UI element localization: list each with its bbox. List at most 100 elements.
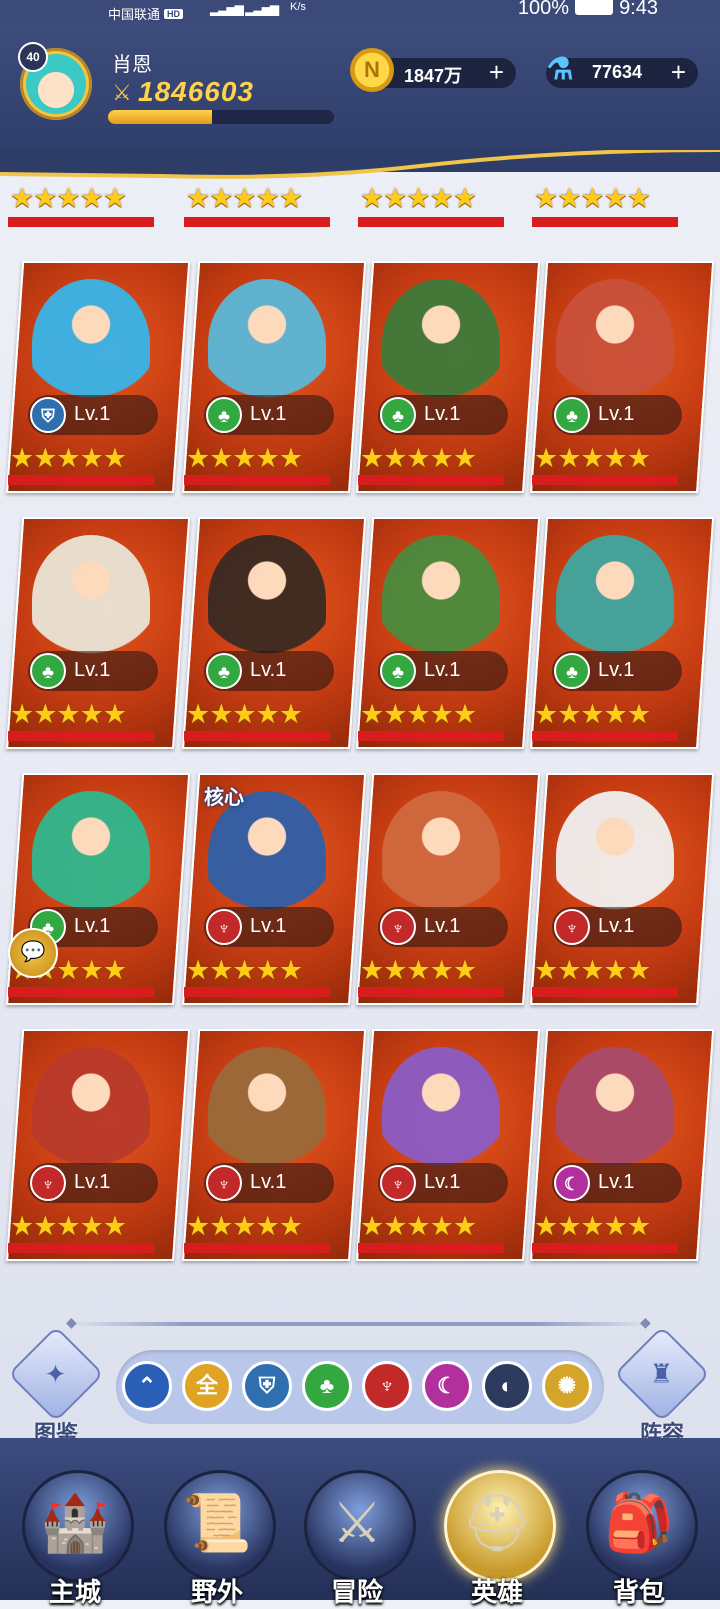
gold-resource: N 1847万 + xyxy=(350,48,516,92)
filter-light-button[interactable]: ✺ xyxy=(542,1361,592,1411)
backpack-icon: 🎒 xyxy=(604,1491,674,1554)
demon-icon: ♆ xyxy=(554,909,590,945)
hero-card[interactable]: ♣ Lv.1 ★★★★★ xyxy=(6,517,191,749)
nav-label: 英雄 xyxy=(470,1577,523,1607)
hero-portrait xyxy=(382,791,500,921)
hero-level: Lv.1 xyxy=(598,915,635,937)
hero-portrait xyxy=(382,279,500,409)
card-bottom-strip xyxy=(532,217,678,227)
faction-filter-bar: ⌃ 全 ⛨ ♣ ♆ ☾ ◐ ✺ xyxy=(116,1350,604,1424)
chat-bubble-icon[interactable]: 💬 xyxy=(8,928,58,978)
formation-icon: ♜ xyxy=(613,1325,711,1423)
gold-coin-icon: N xyxy=(350,48,394,92)
hero-card[interactable]: ♣ Lv.1 ★★★★★ xyxy=(182,517,367,749)
hero-card[interactable]: ♆ Lv.1 ★★★★★ xyxy=(356,1029,541,1261)
formation-button[interactable]: ♜ 阵容 xyxy=(613,1325,711,1446)
filter-dark-button[interactable]: ◐ xyxy=(482,1361,532,1411)
hero-card[interactable]: ♆ Lv.1 ★★★★★ xyxy=(530,773,715,1005)
card-bottom-strip xyxy=(532,475,678,485)
moon-horns-icon: ☾ xyxy=(554,1165,590,1201)
hero-card[interactable]: ♣ Lv.1 ★★★★★ xyxy=(356,517,541,749)
star-rating: ★★★★★ xyxy=(534,185,651,213)
combat-power: 1846603 xyxy=(138,76,255,107)
hero-level-row: ♆ Lv.1 xyxy=(552,907,682,947)
hero-card[interactable]: ♆ Lv.1 ★★★★★ xyxy=(356,773,541,1005)
hero-portrait xyxy=(556,535,674,665)
hero-portrait xyxy=(208,1047,326,1177)
hero-portrait xyxy=(208,279,326,409)
filter-collapse-button[interactable]: ⌃ xyxy=(122,1361,172,1411)
star-rating: ★★★★★ xyxy=(10,443,127,473)
add-gold-button[interactable]: + xyxy=(489,57,504,88)
hero-card[interactable]: ⛨ Lv.1 ★★★★★ xyxy=(6,261,191,493)
nav-label: 冒险 xyxy=(330,1577,383,1607)
hero-level: Lv.1 xyxy=(424,1171,461,1193)
filter-forest-button[interactable]: ♣ xyxy=(302,1361,352,1411)
card-bottom-strip xyxy=(532,1243,678,1253)
player-name: 肖恩 xyxy=(112,54,152,76)
header-curve xyxy=(0,150,720,179)
nav-backpack-tab[interactable]: 🎒 背包 xyxy=(580,1462,698,1607)
hero-card[interactable]: ☾ Lv.1 ★★★★★ xyxy=(530,1029,715,1261)
battery-icon xyxy=(575,0,614,15)
star-rating: ★★★★★ xyxy=(534,1211,651,1241)
card-bottom-strip xyxy=(184,987,330,997)
demon-icon: ♆ xyxy=(380,909,416,945)
star-rating: ★★★★★ xyxy=(186,443,303,473)
card-bottom-strip xyxy=(358,217,504,227)
nav-map-scroll-tab[interactable]: 📜 野外 xyxy=(158,1462,276,1607)
hero-level: Lv.1 xyxy=(424,915,461,937)
nav-castle-tab[interactable]: 🏰 主城 xyxy=(16,1462,134,1607)
hero-card[interactable]: ♆ Lv.1 ★★★★★ xyxy=(182,1029,367,1261)
hd-badge: HD xyxy=(164,9,184,19)
hero-card[interactable]: ♣ Lv.1 ★★★★★ xyxy=(182,261,367,493)
card-bottom-strip xyxy=(8,987,154,997)
exp-bar xyxy=(108,110,334,124)
tree-icon: ♣ xyxy=(380,653,416,689)
hero-card[interactable]: ♣ Lv.1 ★★★★★ xyxy=(530,517,715,749)
star-rating: ★★★★★ xyxy=(360,699,477,729)
section-divider xyxy=(70,1322,650,1326)
exp-bar-fill xyxy=(108,110,212,124)
sun-icon: ✺ xyxy=(557,1373,577,1398)
tree-icon: ♣ xyxy=(206,653,242,689)
star-rating: ★★★★★ xyxy=(534,699,651,729)
hero-card-partial[interactable]: ★★★★★ xyxy=(6,185,156,227)
hero-level: Lv.1 xyxy=(250,403,287,425)
hero-card-partial[interactable]: ★★★★★ xyxy=(530,185,680,227)
hero-portrait xyxy=(382,1047,500,1177)
tree-icon: ♣ xyxy=(380,397,416,433)
card-bottom-strip xyxy=(358,731,504,741)
hero-card[interactable]: ♣ Lv.1 ★★★★★ xyxy=(530,261,715,493)
hero-level: Lv.1 xyxy=(74,915,111,937)
tree-icon: ♣ xyxy=(206,397,242,433)
hero-card[interactable]: ♆ Lv.1 ★★★★★ xyxy=(6,1029,191,1261)
castle-icon: 🏰 xyxy=(40,1491,110,1554)
star-rating: ★★★★★ xyxy=(534,443,651,473)
add-potion-button[interactable]: + xyxy=(671,57,686,88)
hero-card[interactable]: ♆ Lv.1 ★★★★★ 核心 xyxy=(182,773,367,1005)
hero-level-row: ♣ Lv.1 xyxy=(552,395,682,435)
filter-abyss-button[interactable]: ♆ xyxy=(362,1361,412,1411)
hero-portrait xyxy=(208,791,326,921)
hero-grid: ★★★★★ ★★★★★ ★★★★★ ★★★★★ ⛨ Lv.1 ★★★★★ ♣ Lv.1 ★… xyxy=(0,185,720,1275)
hero-card[interactable]: ♣ Lv.1 ★★★★★ xyxy=(356,261,541,493)
demon-icon: ♆ xyxy=(378,1373,396,1398)
hero-card-partial[interactable]: ★★★★★ xyxy=(356,185,506,227)
star-rating: ★★★★★ xyxy=(10,185,127,213)
nav-sword-shield-tab[interactable]: ⚔ 冒险 xyxy=(298,1462,416,1607)
moon-horns-icon: ☾ xyxy=(437,1373,457,1398)
hero-level: Lv.1 xyxy=(424,403,461,425)
card-bottom-strip xyxy=(184,731,330,741)
star-rating: ★★★★★ xyxy=(186,1211,303,1241)
codex-button[interactable]: ✦ 图鉴 xyxy=(7,1325,105,1446)
filter-all-button[interactable]: 全 xyxy=(182,1361,232,1411)
nav-hero-helmet-tab[interactable]: ⛑ 英雄 xyxy=(438,1462,556,1607)
hero-card-partial[interactable]: ★★★★★ xyxy=(182,185,332,227)
divider-ornament: ◆ xyxy=(640,1314,651,1330)
filter-shadow-button[interactable]: ☾ xyxy=(422,1361,472,1411)
filter-fortress-button[interactable]: ⛨ xyxy=(242,1361,292,1411)
star-rating: ★★★★★ xyxy=(10,699,127,729)
hero-level: Lv.1 xyxy=(74,659,111,681)
hero-level-row: ♆ Lv.1 xyxy=(378,907,508,947)
